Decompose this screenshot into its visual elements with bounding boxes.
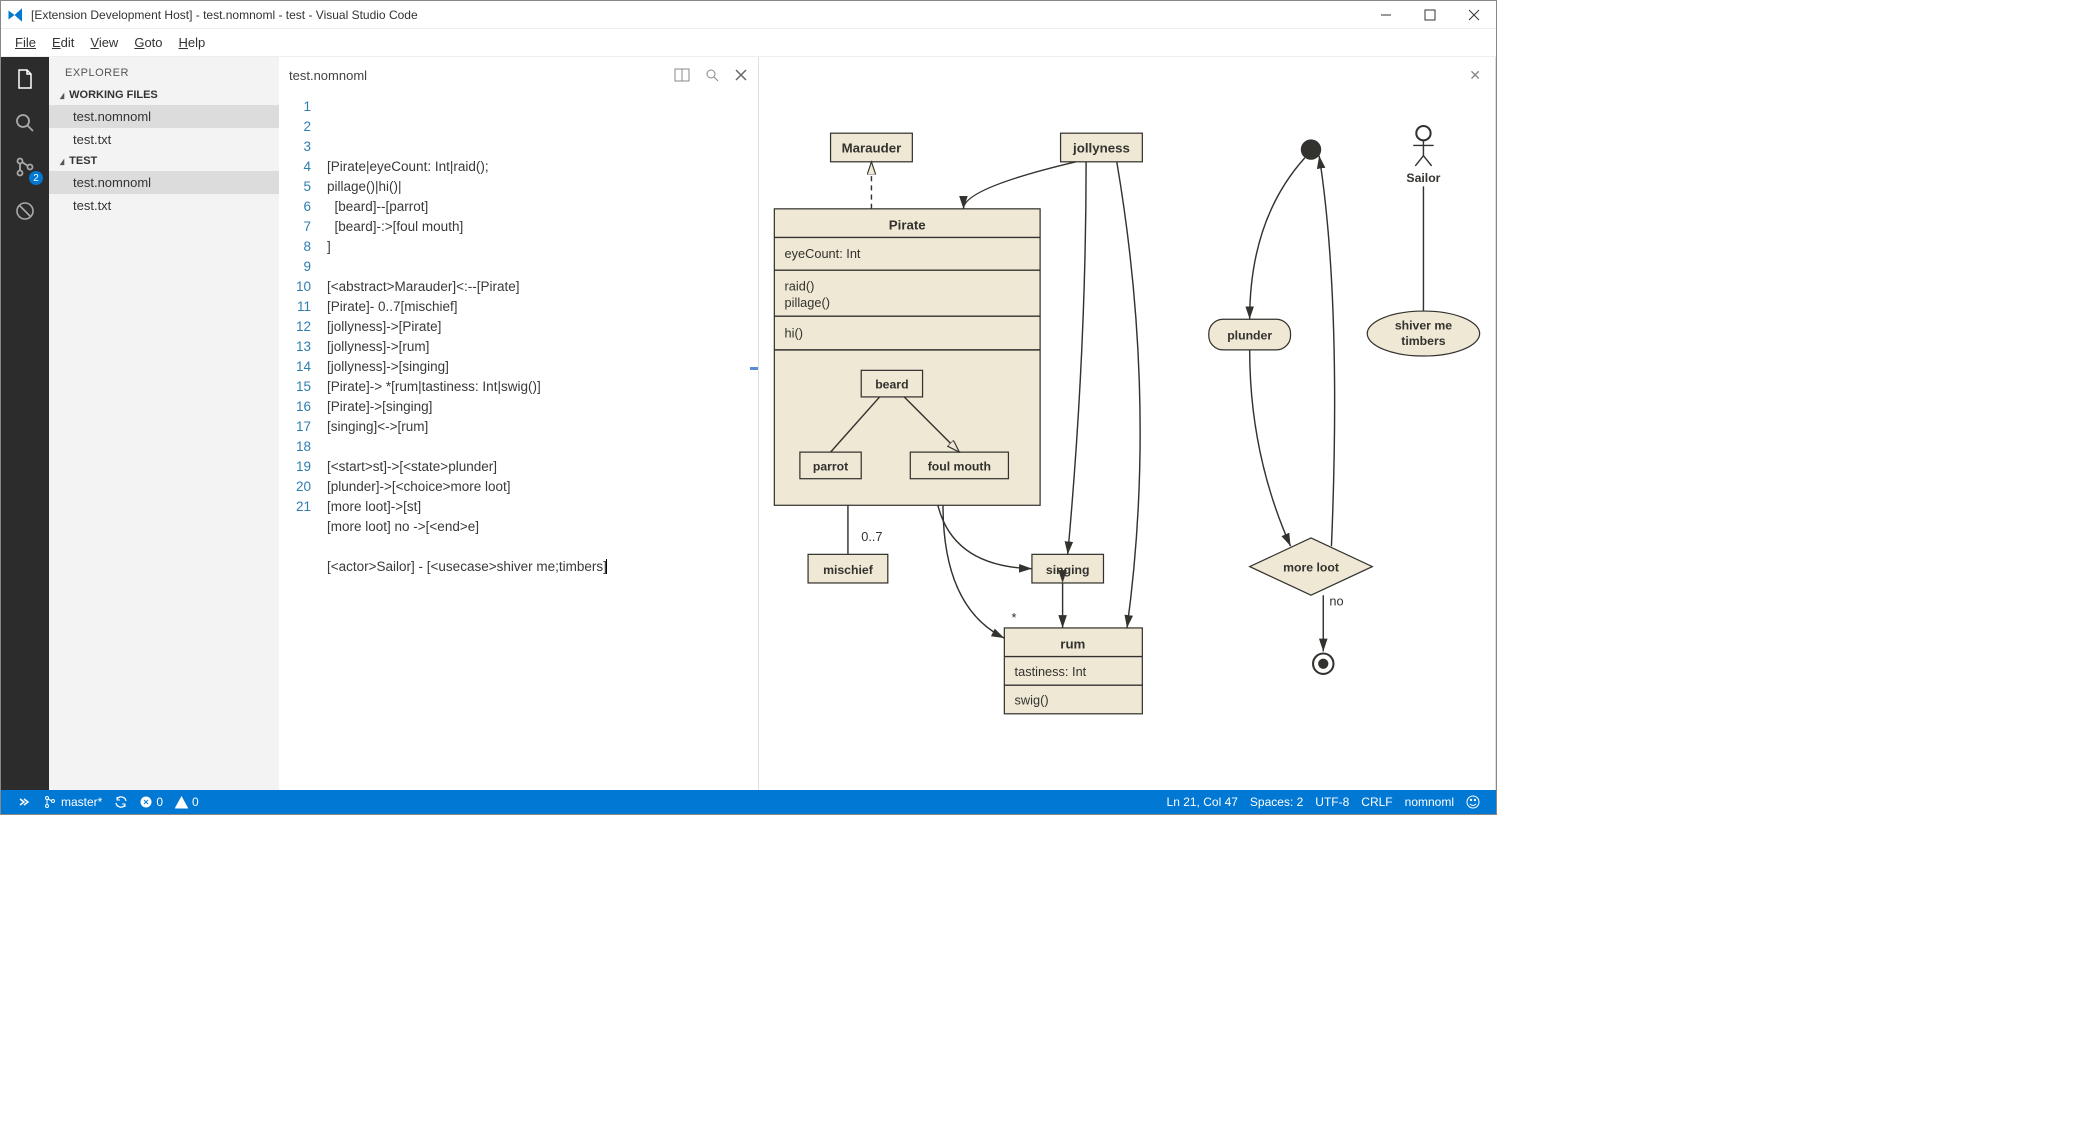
working-file-1[interactable]: test.txt bbox=[49, 128, 279, 151]
status-encoding[interactable]: UTF-8 bbox=[1309, 795, 1355, 809]
svg-text:timbers: timbers bbox=[1401, 334, 1445, 348]
git-badge: 2 bbox=[29, 171, 43, 185]
status-bar: master* 0 0 Ln 21, Col 47 Spaces: 2 UTF-… bbox=[1, 790, 1496, 814]
sidebar: EXPLORER WORKING FILES test.nomnoml test… bbox=[49, 57, 279, 790]
warning-icon bbox=[175, 796, 188, 809]
folder-file-0[interactable]: test.nomnoml bbox=[49, 171, 279, 194]
svg-text:pillage(): pillage() bbox=[785, 295, 830, 310]
bug-icon bbox=[13, 199, 37, 223]
activity-debug[interactable] bbox=[11, 197, 39, 225]
svg-text:shiver me: shiver me bbox=[1395, 318, 1452, 332]
maximize-icon bbox=[1424, 9, 1436, 21]
section-test[interactable]: TEST bbox=[49, 151, 279, 171]
line-gutter: 123456789101112131415161718192021 bbox=[279, 93, 319, 790]
minimize-button[interactable] bbox=[1364, 1, 1408, 29]
activity-search[interactable] bbox=[11, 109, 39, 137]
menu-edit[interactable]: Edit bbox=[44, 33, 82, 52]
preview-button[interactable] bbox=[704, 67, 720, 83]
svg-text:tastiness: Int: tastiness: Int bbox=[1015, 664, 1087, 679]
status-warnings[interactable]: 0 bbox=[169, 795, 205, 809]
status-spaces[interactable]: Spaces: 2 bbox=[1244, 795, 1309, 809]
close-preview-button[interactable]: ✕ bbox=[1469, 67, 1481, 84]
error-icon bbox=[140, 796, 152, 808]
minimize-icon bbox=[1380, 9, 1392, 21]
split-icon bbox=[674, 67, 690, 83]
actor-sailor bbox=[1413, 126, 1433, 166]
status-errors[interactable]: 0 bbox=[134, 795, 169, 809]
files-icon bbox=[13, 67, 37, 91]
svg-text:parrot: parrot bbox=[813, 460, 848, 474]
split-editor-button[interactable] bbox=[674, 67, 690, 83]
overview-mark bbox=[750, 367, 758, 387]
status-remote[interactable] bbox=[11, 795, 37, 809]
svg-text:Pirate: Pirate bbox=[889, 217, 926, 232]
sidebar-title: EXPLORER bbox=[49, 57, 279, 85]
svg-text:eyeCount: Int: eyeCount: Int bbox=[785, 246, 861, 261]
menu-file[interactable]: File bbox=[7, 33, 44, 52]
menu-goto[interactable]: Goto bbox=[126, 33, 170, 52]
editor-tab[interactable]: test.nomnoml bbox=[289, 68, 674, 83]
window-title: [Extension Development Host] - test.nomn… bbox=[31, 8, 1364, 22]
sync-icon bbox=[114, 795, 128, 809]
svg-text:beard: beard bbox=[875, 378, 908, 392]
activity-bar: 2 bbox=[1, 57, 49, 790]
nomnoml-diagram: Marauder jollyness Pirate eyeCount: Int … bbox=[759, 57, 1495, 790]
activity-git[interactable]: 2 bbox=[11, 153, 39, 181]
svg-text:no: no bbox=[1329, 593, 1343, 608]
window-controls bbox=[1364, 1, 1496, 29]
section-working-files[interactable]: WORKING FILES bbox=[49, 85, 279, 105]
menu-view[interactable]: View bbox=[82, 33, 126, 52]
remote-icon bbox=[17, 795, 31, 809]
close-button[interactable] bbox=[1452, 1, 1496, 29]
svg-text:*: * bbox=[1011, 610, 1016, 625]
status-cursor-position[interactable]: Ln 21, Col 47 bbox=[1161, 795, 1244, 809]
editor-preview-pane: ✕ Marauder jollyness Pirate bbox=[759, 57, 1496, 790]
folder-file-1[interactable]: test.txt bbox=[49, 194, 279, 217]
status-feedback[interactable] bbox=[1460, 795, 1486, 809]
code-area[interactable]: [Pirate|eyeCount: Int|raid();pillage()|h… bbox=[319, 93, 758, 790]
svg-text:Sailor: Sailor bbox=[1406, 171, 1440, 185]
svg-text:mischief: mischief bbox=[823, 563, 874, 577]
svg-text:singing: singing bbox=[1046, 563, 1090, 577]
search-icon bbox=[13, 111, 37, 135]
svg-text:foul mouth: foul mouth bbox=[928, 460, 991, 474]
close-icon bbox=[1468, 9, 1480, 21]
editor-group: test.nomnoml 123456789101112131415161718… bbox=[279, 57, 1496, 790]
editor-tab-row: test.nomnoml bbox=[279, 57, 758, 93]
preview-icon bbox=[704, 67, 720, 83]
working-file-0[interactable]: test.nomnoml bbox=[49, 105, 279, 128]
status-language[interactable]: nomnoml bbox=[1399, 795, 1460, 809]
maximize-button[interactable] bbox=[1408, 1, 1452, 29]
svg-text:jollyness: jollyness bbox=[1072, 141, 1130, 156]
svg-text:hi(): hi() bbox=[785, 326, 803, 341]
svg-text:more loot: more loot bbox=[1283, 561, 1339, 575]
svg-text:Marauder: Marauder bbox=[842, 141, 902, 156]
svg-text:raid(): raid() bbox=[785, 279, 815, 294]
svg-text:plunder: plunder bbox=[1227, 329, 1272, 343]
close-icon bbox=[734, 68, 748, 82]
smiley-icon bbox=[1466, 795, 1480, 809]
svg-text:rum: rum bbox=[1060, 636, 1085, 651]
editor-code-pane: test.nomnoml 123456789101112131415161718… bbox=[279, 57, 759, 790]
status-sync[interactable] bbox=[108, 795, 134, 809]
activity-explorer[interactable] bbox=[11, 65, 39, 93]
code-editor[interactable]: 123456789101112131415161718192021 [Pirat… bbox=[279, 93, 758, 790]
branch-icon bbox=[43, 795, 57, 809]
vscode-logo-icon bbox=[7, 6, 25, 24]
menubar: File Edit View Goto Help bbox=[1, 29, 1496, 57]
svg-text:swig(): swig() bbox=[1015, 693, 1049, 708]
svg-text:0..7: 0..7 bbox=[861, 529, 882, 544]
status-eol[interactable]: CRLF bbox=[1355, 795, 1398, 809]
close-tab-button[interactable] bbox=[734, 67, 748, 83]
menu-help[interactable]: Help bbox=[171, 33, 214, 52]
status-git-branch[interactable]: master* bbox=[37, 795, 108, 809]
titlebar: [Extension Development Host] - test.nomn… bbox=[1, 1, 1496, 29]
